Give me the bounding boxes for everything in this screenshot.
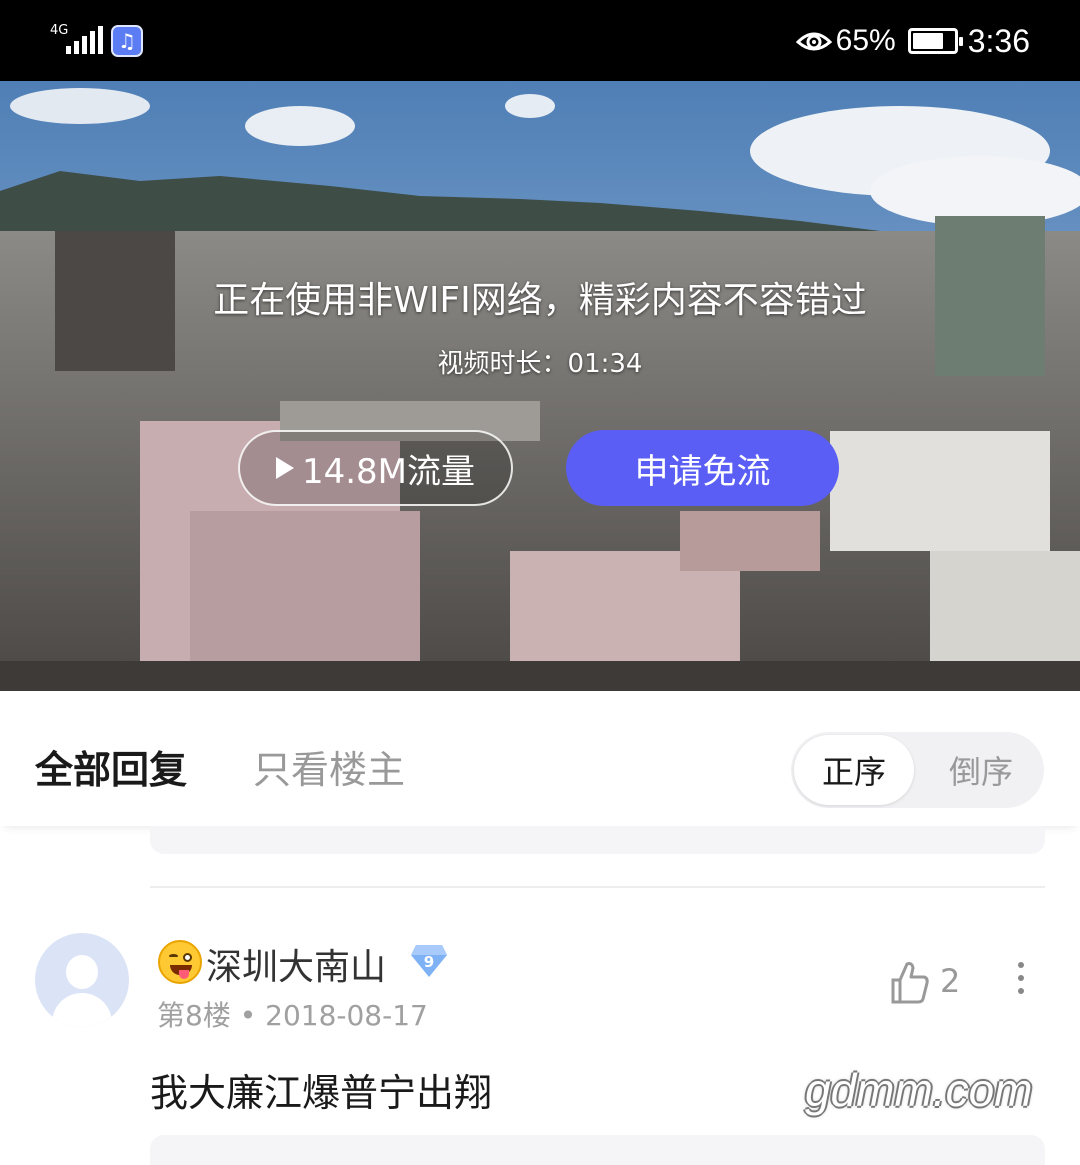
apply-free-data-button[interactable]: 申请免流 xyxy=(566,430,839,506)
username[interactable]: 深圳大南山 xyxy=(206,938,386,990)
reply-tab-bar: 全部回复 只看楼主 正序 倒序 xyxy=(0,691,1080,826)
battery-percent: 65% xyxy=(835,24,896,57)
data-size-label: 14.8M流量 xyxy=(301,451,476,492)
play-with-data-button[interactable]: 14.8M流量 xyxy=(238,430,513,506)
tab-owner-only[interactable]: 只看楼主 xyxy=(253,739,405,794)
music-app-icon: ♫ xyxy=(111,25,143,57)
like-count: 2 xyxy=(940,962,961,1000)
divider xyxy=(150,886,1045,888)
post-content: 我大廉江爆普宁出翔 xyxy=(150,1071,493,1115)
level-badge-icon: 9 xyxy=(411,945,447,977)
video-duration: 视频时长：01:34 xyxy=(437,349,643,379)
previous-subreply-box xyxy=(150,826,1045,854)
level-badge-number: 9 xyxy=(424,953,434,971)
tab-all-replies[interactable]: 全部回复 xyxy=(35,739,187,794)
watermark: gdmm.com xyxy=(805,1064,1033,1116)
floor-and-date: 第8楼 • 2018-08-17 xyxy=(157,999,428,1032)
eye-care-icon xyxy=(795,32,832,51)
status-bar: 4G ♫ 65% 3:36 xyxy=(0,0,1080,81)
more-options-icon[interactable] xyxy=(1017,962,1025,1002)
non-wifi-notice: 正在使用非WIFI网络，精彩内容不容错过 xyxy=(213,280,867,321)
signal-icon xyxy=(66,26,103,54)
sort-forward-button[interactable]: 正序 xyxy=(794,735,914,805)
video-thumbnail xyxy=(0,81,1080,691)
battery-icon xyxy=(907,28,963,54)
sort-reverse-button[interactable]: 倒序 xyxy=(921,735,1041,805)
thumbs-up-icon[interactable] xyxy=(890,960,930,1004)
video-player[interactable]: 正在使用非WIFI网络，精彩内容不容错过 视频时长：01:34 14.8M流量 … xyxy=(0,81,1080,691)
tongue-emoji-icon xyxy=(158,940,202,984)
subreply-box xyxy=(150,1135,1045,1165)
play-icon xyxy=(275,457,294,479)
sort-toggle: 正序 倒序 xyxy=(791,732,1044,808)
clock: 3:36 xyxy=(967,22,1030,59)
avatar[interactable] xyxy=(35,933,129,1027)
